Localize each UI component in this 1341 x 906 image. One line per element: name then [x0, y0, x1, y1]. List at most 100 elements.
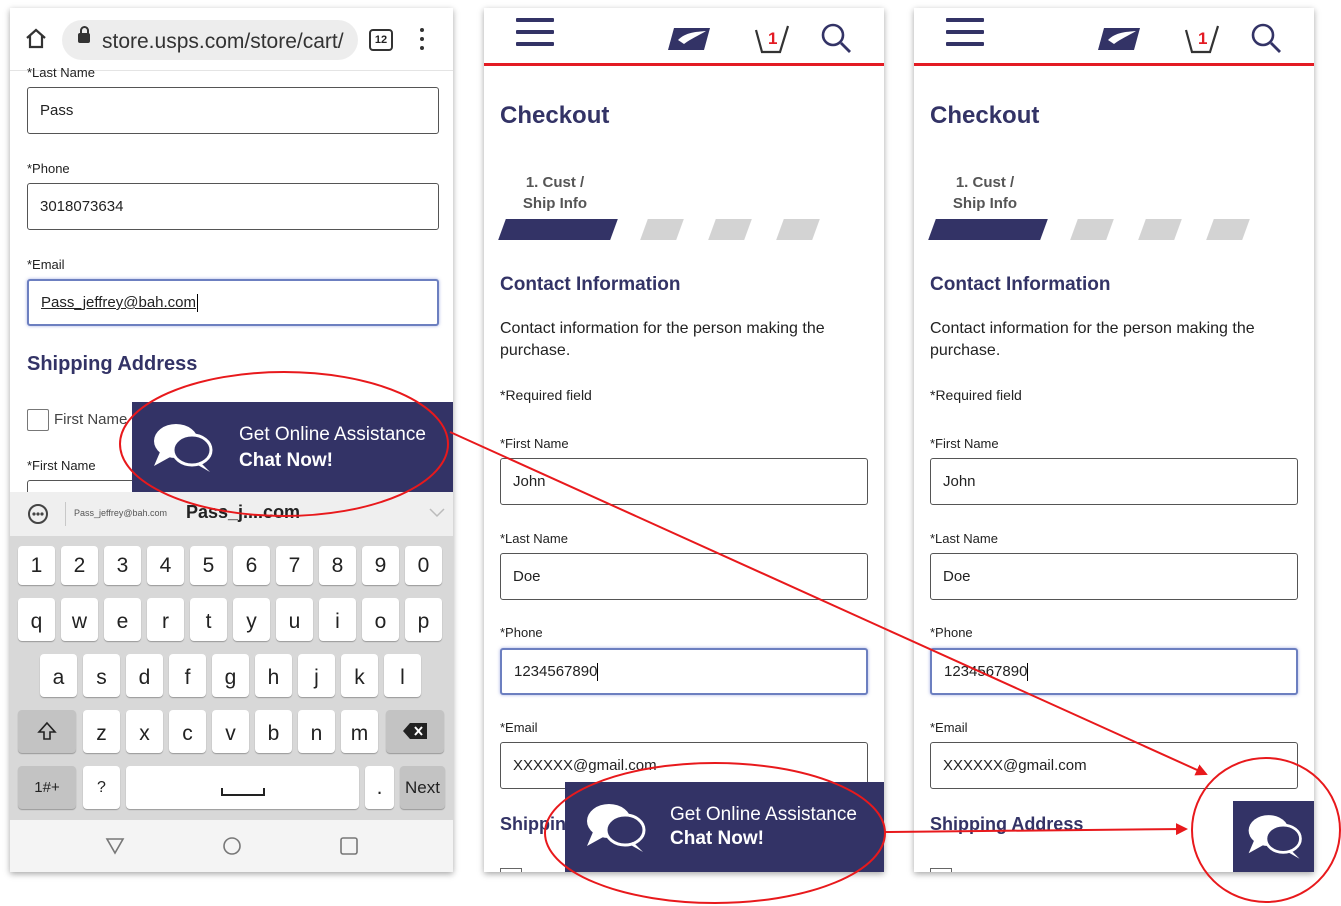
shipping-address-title: Shipping Address [930, 814, 1084, 834]
email-label: *Email [500, 720, 538, 735]
key-r[interactable]: r [147, 598, 184, 641]
shipping-checkbox[interactable] [500, 868, 522, 872]
key-o[interactable]: o [362, 598, 399, 641]
key-q[interactable]: q [18, 598, 55, 641]
chat-now-banner[interactable]: Get Online Assistance Chat Now! [565, 782, 884, 872]
key-2[interactable]: 2 [61, 546, 98, 585]
tabs-count-icon[interactable]: 12 [369, 29, 393, 51]
key-l[interactable]: l [384, 654, 421, 697]
chat-line2: Chat Now! [239, 450, 333, 471]
space-key[interactable] [126, 766, 359, 809]
search-icon[interactable] [820, 22, 852, 54]
key-t[interactable]: t [190, 598, 227, 641]
email-input[interactable]: Pass_jeffrey@bah.com [27, 279, 439, 326]
chat-icon-button[interactable] [1233, 801, 1314, 872]
checkout-screen-after: 1 Checkout 1. Cust / Ship Info Contact I… [914, 8, 1314, 872]
email-value: XXXXXX@gmail.com [513, 757, 657, 774]
cart-count: 1 [768, 29, 777, 48]
last-name-value: Pass [40, 102, 74, 119]
key-u[interactable]: u [276, 598, 313, 641]
progress-step-1 [928, 219, 1048, 240]
progress-step-4 [1206, 219, 1250, 240]
progress-step-3 [708, 219, 752, 240]
key-c[interactable]: c [169, 710, 206, 753]
home-icon[interactable] [24, 26, 48, 50]
first-name-checkbox[interactable] [27, 409, 49, 431]
recents-square-icon[interactable] [340, 837, 358, 855]
key-y[interactable]: y [233, 598, 270, 641]
key-f[interactable]: f [169, 654, 206, 697]
chat-bubbles-icon [1248, 815, 1302, 859]
key-a[interactable]: a [40, 654, 77, 697]
first-name-input[interactable]: John [500, 458, 868, 505]
cart-icon[interactable]: 1 [1184, 22, 1224, 56]
phone-screen-keyboard: store.usps.com/store/cart/ 12 *Last Name… [10, 8, 453, 872]
chat-now-banner[interactable]: Get Online Assistance Chat Now! [132, 402, 453, 492]
key-k[interactable]: k [341, 654, 378, 697]
key-period[interactable]: . [365, 766, 394, 809]
hamburger-menu-icon[interactable] [946, 18, 984, 46]
key-i[interactable]: i [319, 598, 356, 641]
chevron-down-icon[interactable] [428, 507, 446, 519]
backspace-key[interactable] [386, 710, 444, 753]
shipping-checkbox[interactable] [930, 868, 952, 872]
hamburger-menu-icon[interactable] [516, 18, 554, 46]
key-4[interactable]: 4 [147, 546, 184, 585]
key-m[interactable]: m [341, 710, 378, 753]
key-e[interactable]: e [104, 598, 141, 641]
last-name-input[interactable]: Pass [27, 87, 439, 134]
url-text: store.usps.com/store/cart/ [102, 30, 344, 53]
first-name-label: *First Name [27, 458, 96, 473]
usps-eagle-logo-icon[interactable] [666, 26, 712, 52]
key-h[interactable]: h [255, 654, 292, 697]
key-n[interactable]: n [298, 710, 335, 753]
key-v[interactable]: v [212, 710, 249, 753]
key-d[interactable]: d [126, 654, 163, 697]
key-3[interactable]: 3 [104, 546, 141, 585]
key-0[interactable]: 0 [405, 546, 442, 585]
key-b[interactable]: b [255, 710, 292, 753]
home-circle-icon[interactable] [222, 836, 242, 856]
more-menu-icon[interactable] [420, 28, 424, 50]
address-bar[interactable]: store.usps.com/store/cart/ [62, 20, 358, 60]
soft-keyboard: 1 2 3 4 5 6 7 8 9 0 q w e r t y u i o p … [10, 536, 453, 820]
symbols-key[interactable]: 1#+ [18, 766, 76, 809]
key-1[interactable]: 1 [18, 546, 55, 585]
last-name-label: *Last Name [930, 531, 998, 546]
email-input[interactable]: XXXXXX@gmail.com [930, 742, 1298, 789]
key-question[interactable]: ? [83, 766, 120, 809]
space-bar-icon [221, 788, 265, 796]
usps-eagle-logo-icon[interactable] [1096, 26, 1142, 52]
checkout-title: Checkout [500, 102, 610, 129]
key-8[interactable]: 8 [319, 546, 356, 585]
phone-input[interactable]: 3018073634 [27, 183, 439, 230]
phone-value: 3018073634 [40, 198, 124, 215]
phone-input[interactable]: 1234567890 [930, 648, 1298, 695]
last-name-input[interactable]: Doe [930, 553, 1298, 600]
key-7[interactable]: 7 [276, 546, 313, 585]
cart-icon[interactable]: 1 [754, 22, 794, 56]
autofill-suggestion-bar[interactable]: Pass_jeffrey@bah.com Pass_j....com [10, 492, 453, 537]
key-g[interactable]: g [212, 654, 249, 697]
first-name-checkbox-label: First Name [54, 411, 128, 428]
key-9[interactable]: 9 [362, 546, 399, 585]
key-s[interactable]: s [83, 654, 120, 697]
back-triangle-icon[interactable] [105, 837, 125, 855]
key-w[interactable]: w [61, 598, 98, 641]
next-key[interactable]: Next [400, 766, 445, 809]
search-icon[interactable] [1250, 22, 1282, 54]
key-z[interactable]: z [83, 710, 120, 753]
last-name-value: Doe [513, 568, 541, 585]
key-j[interactable]: j [298, 654, 335, 697]
key-5[interactable]: 5 [190, 546, 227, 585]
usps-header: 1 [914, 8, 1314, 66]
phone-input[interactable]: 1234567890 [500, 648, 868, 695]
key-p[interactable]: p [405, 598, 442, 641]
key-x[interactable]: x [126, 710, 163, 753]
chat-bubbles-icon [154, 424, 213, 472]
last-name-input[interactable]: Doe [500, 553, 868, 600]
key-6[interactable]: 6 [233, 546, 270, 585]
first-name-input[interactable]: John [930, 458, 1298, 505]
last-name-label: *Last Name [27, 65, 95, 80]
shift-key[interactable] [18, 710, 76, 753]
